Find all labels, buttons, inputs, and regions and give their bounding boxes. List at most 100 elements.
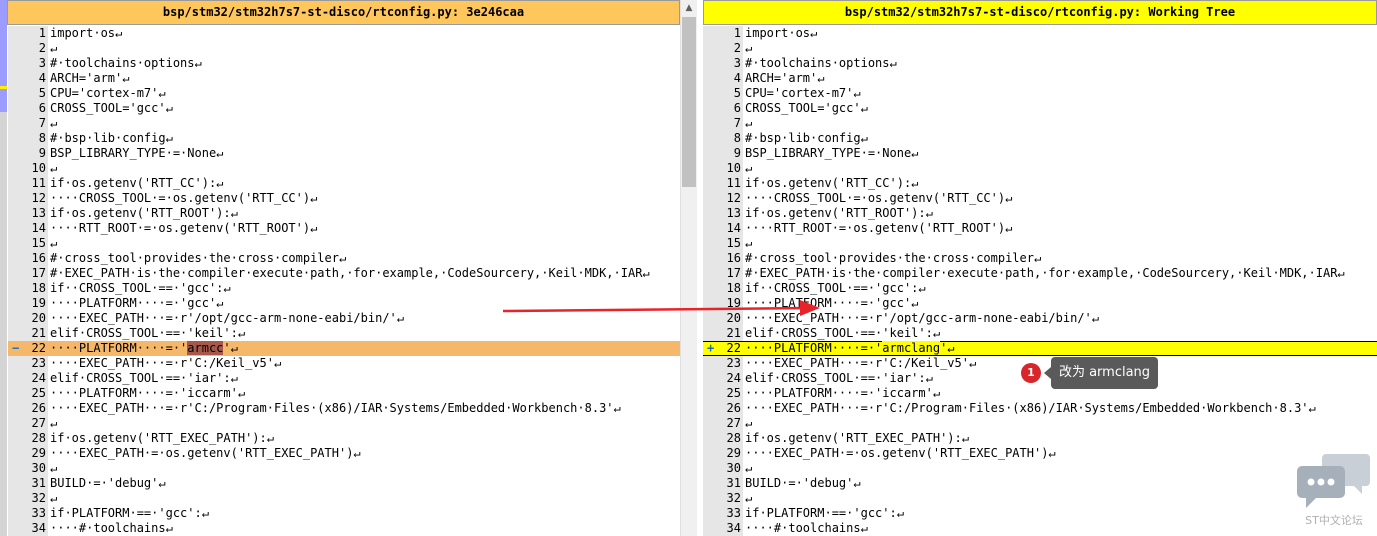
- code-line[interactable]: 1 import·os↵: [703, 26, 1377, 41]
- callout-tail: [1044, 367, 1051, 379]
- code-text: ····PLATFORM····=·'armclang'↵: [745, 341, 955, 355]
- line-number: 12: [726, 191, 741, 205]
- code-line[interactable]: 8 #·bsp·lib·config↵: [8, 131, 680, 146]
- code-line[interactable]: 4 ARCH='arm'↵: [703, 71, 1377, 86]
- code-text: if··CROSS_TOOL·==·'gcc':↵: [745, 281, 926, 295]
- code-text: ↵: [50, 461, 58, 475]
- code-line[interactable]: 5 CPU='cortex-m7'↵: [8, 86, 680, 101]
- line-number: 27: [726, 416, 741, 430]
- code-line[interactable]: 7 ↵: [703, 116, 1377, 131]
- code-line[interactable]: 3 #·toolchains·options↵: [703, 56, 1377, 71]
- scroll-up-arrow-icon[interactable]: ▲: [681, 0, 697, 17]
- code-line[interactable]: 25 ····PLATFORM····=·'iccarm'↵: [8, 386, 680, 401]
- code-line[interactable]: 13 if·os.getenv('RTT_ROOT'):↵: [703, 206, 1377, 221]
- code-line[interactable]: 34 ····#·toolchains↵: [703, 521, 1377, 536]
- chat-bubbles-icon: [1297, 454, 1370, 508]
- line-number: 11: [726, 176, 741, 190]
- code-line[interactable]: 23 ····EXEC_PATH···=·r'C:/Keil_v5'↵: [8, 356, 680, 371]
- code-line[interactable]: 2 ↵: [703, 41, 1377, 56]
- code-line[interactable]: 15 ↵: [703, 236, 1377, 251]
- code-line[interactable]: 9 BSP_LIBRARY_TYPE·=·None↵: [8, 146, 680, 161]
- code-line[interactable]: 12 ····CROSS_TOOL·=·os.getenv('RTT_CC')↵: [703, 191, 1377, 206]
- code-line[interactable]: 13 if·os.getenv('RTT_ROOT'):↵: [8, 206, 680, 221]
- code-line[interactable]: 30 ↵: [703, 461, 1377, 476]
- code-line[interactable]: 18 if··CROSS_TOOL·==·'gcc':↵: [8, 281, 680, 296]
- code-line[interactable]: 20 ····EXEC_PATH···=·r'/opt/gcc-arm-none-…: [703, 311, 1377, 326]
- code-line[interactable]: 32 ↵: [8, 491, 680, 506]
- code-text: ····EXEC_PATH···=·r'C:/Program·Files·(x8…: [745, 401, 1316, 415]
- code-line[interactable]: 16 #·cross_tool·provides·the·cross·compil…: [8, 251, 680, 266]
- diff-minimap[interactable]: [0, 0, 7, 536]
- code-text: #·toolchains·options↵: [50, 56, 202, 70]
- code-line[interactable]: 4 ARCH='arm'↵: [8, 71, 680, 86]
- changed-token: armcc: [187, 341, 224, 355]
- code-line[interactable]: 25 ····PLATFORM····=·'iccarm'↵: [703, 386, 1377, 401]
- code-line[interactable]: 27 ↵: [703, 416, 1377, 431]
- code-line[interactable]: 11 if·os.getenv('RTT_CC'):↵: [8, 176, 680, 191]
- minimap-change-mark: [0, 86, 7, 89]
- code-line[interactable]: 34 ····#·toolchains↵: [8, 521, 680, 536]
- code-line[interactable]: 29 ····EXEC_PATH·=·os.getenv('RTT_EXEC_PA…: [8, 446, 680, 461]
- code-line[interactable]: 33 if·PLATFORM·==·'gcc':↵: [703, 506, 1377, 521]
- code-line[interactable]: 14 ····RTT_ROOT·=·os.getenv('RTT_ROOT')↵: [703, 221, 1377, 236]
- code-text: ↵: [50, 116, 58, 130]
- code-line[interactable]: 28 if·os.getenv('RTT_EXEC_PATH'):↵: [703, 431, 1377, 446]
- left-file-title: bsp/stm32/stm32h7s7-st-disco/rtconfig.py…: [7, 0, 680, 25]
- code-line[interactable]: 20 ····EXEC_PATH···=·r'/opt/gcc-arm-none-…: [8, 311, 680, 326]
- code-line[interactable]: 21 elif·CROSS_TOOL·==·'keil':↵: [8, 326, 680, 341]
- line-number: 17: [31, 266, 46, 280]
- line-number: 8: [38, 131, 46, 145]
- code-text: ····EXEC_PATH·=·os.getenv('RTT_EXEC_PATH…: [745, 446, 1056, 460]
- line-number: 16: [31, 251, 46, 265]
- minimap-viewport[interactable]: [0, 0, 7, 112]
- code-text: ↵: [745, 41, 753, 55]
- code-line[interactable]: 22 ····PLATFORM····=·'armclang'↵: [703, 341, 1377, 356]
- code-line[interactable]: 14 ····RTT_ROOT·=·os.getenv('RTT_ROOT')↵: [8, 221, 680, 236]
- code-line[interactable]: 6 CROSS_TOOL='gcc'↵: [703, 101, 1377, 116]
- code-line[interactable]: 3 #·toolchains·options↵: [8, 56, 680, 71]
- code-line[interactable]: 24 elif·CROSS_TOOL·==·'iar':↵: [8, 371, 680, 386]
- code-line[interactable]: 9 BSP_LIBRARY_TYPE·=·None↵: [703, 146, 1377, 161]
- code-line[interactable]: 17 #·EXEC_PATH·is·the·compiler·execute·pa…: [8, 266, 680, 281]
- line-number: 31: [726, 476, 741, 490]
- scroll-thumb[interactable]: [682, 17, 696, 187]
- code-line[interactable]: 29 ····EXEC_PATH·=·os.getenv('RTT_EXEC_PA…: [703, 446, 1377, 461]
- line-number: 23: [31, 356, 46, 370]
- watermark: ST中文论坛: [1296, 452, 1372, 532]
- line-number: 24: [726, 371, 741, 385]
- code-line[interactable]: 2 ↵: [8, 41, 680, 56]
- left-scrollbar[interactable]: ▲: [680, 0, 697, 536]
- code-line[interactable]: 26 ····EXEC_PATH···=·r'C:/Program·Files·(…: [8, 401, 680, 416]
- line-number: 2: [38, 41, 46, 55]
- code-line[interactable]: 5 CPU='cortex-m7'↵: [703, 86, 1377, 101]
- code-text: elif·CROSS_TOOL·==·'keil':↵: [50, 326, 246, 340]
- code-line[interactable]: 6 CROSS_TOOL='gcc'↵: [8, 101, 680, 116]
- code-line[interactable]: 32 ↵: [703, 491, 1377, 506]
- code-line[interactable]: 12 ····CROSS_TOOL·=·os.getenv('RTT_CC')↵: [8, 191, 680, 206]
- line-number: 32: [31, 491, 46, 505]
- code-line[interactable]: 10 ↵: [8, 161, 680, 176]
- code-line[interactable]: 33 if·PLATFORM·==·'gcc':↵: [8, 506, 680, 521]
- code-line[interactable]: 11 if·os.getenv('RTT_CC'):↵: [703, 176, 1377, 191]
- line-number: 14: [31, 221, 46, 235]
- code-line[interactable]: 27 ↵: [8, 416, 680, 431]
- code-line[interactable]: 8 #·bsp·lib·config↵: [703, 131, 1377, 146]
- code-line[interactable]: 16 #·cross_tool·provides·the·cross·compil…: [703, 251, 1377, 266]
- code-line[interactable]: 17 #·EXEC_PATH·is·the·compiler·execute·pa…: [703, 266, 1377, 281]
- code-line[interactable]: 19 ····PLATFORM····=·'gcc'↵: [703, 296, 1377, 311]
- line-number: 19: [726, 296, 741, 310]
- code-line[interactable]: 22 ····PLATFORM····=·'armcc'↵: [8, 341, 680, 356]
- code-line[interactable]: 7 ↵: [8, 116, 680, 131]
- code-line[interactable]: 30 ↵: [8, 461, 680, 476]
- code-line[interactable]: 21 elif·CROSS_TOOL·==·'keil':↵: [703, 326, 1377, 341]
- code-line[interactable]: 19 ····PLATFORM····=·'gcc'↵: [8, 296, 680, 311]
- code-line[interactable]: 31 BUILD·=·'debug'↵: [8, 476, 680, 491]
- code-line[interactable]: 15 ↵: [8, 236, 680, 251]
- code-line[interactable]: 26 ····EXEC_PATH···=·r'C:/Program·Files·(…: [703, 401, 1377, 416]
- code-line[interactable]: 18 if··CROSS_TOOL·==·'gcc':↵: [703, 281, 1377, 296]
- code-line[interactable]: 28 if·os.getenv('RTT_EXEC_PATH'):↵: [8, 431, 680, 446]
- code-line[interactable]: 1 import·os↵: [8, 26, 680, 41]
- code-line[interactable]: 10 ↵: [703, 161, 1377, 176]
- right-file-title: bsp/stm32/stm32h7s7-st-disco/rtconfig.py…: [703, 0, 1377, 25]
- code-line[interactable]: 31 BUILD·=·'debug'↵: [703, 476, 1377, 491]
